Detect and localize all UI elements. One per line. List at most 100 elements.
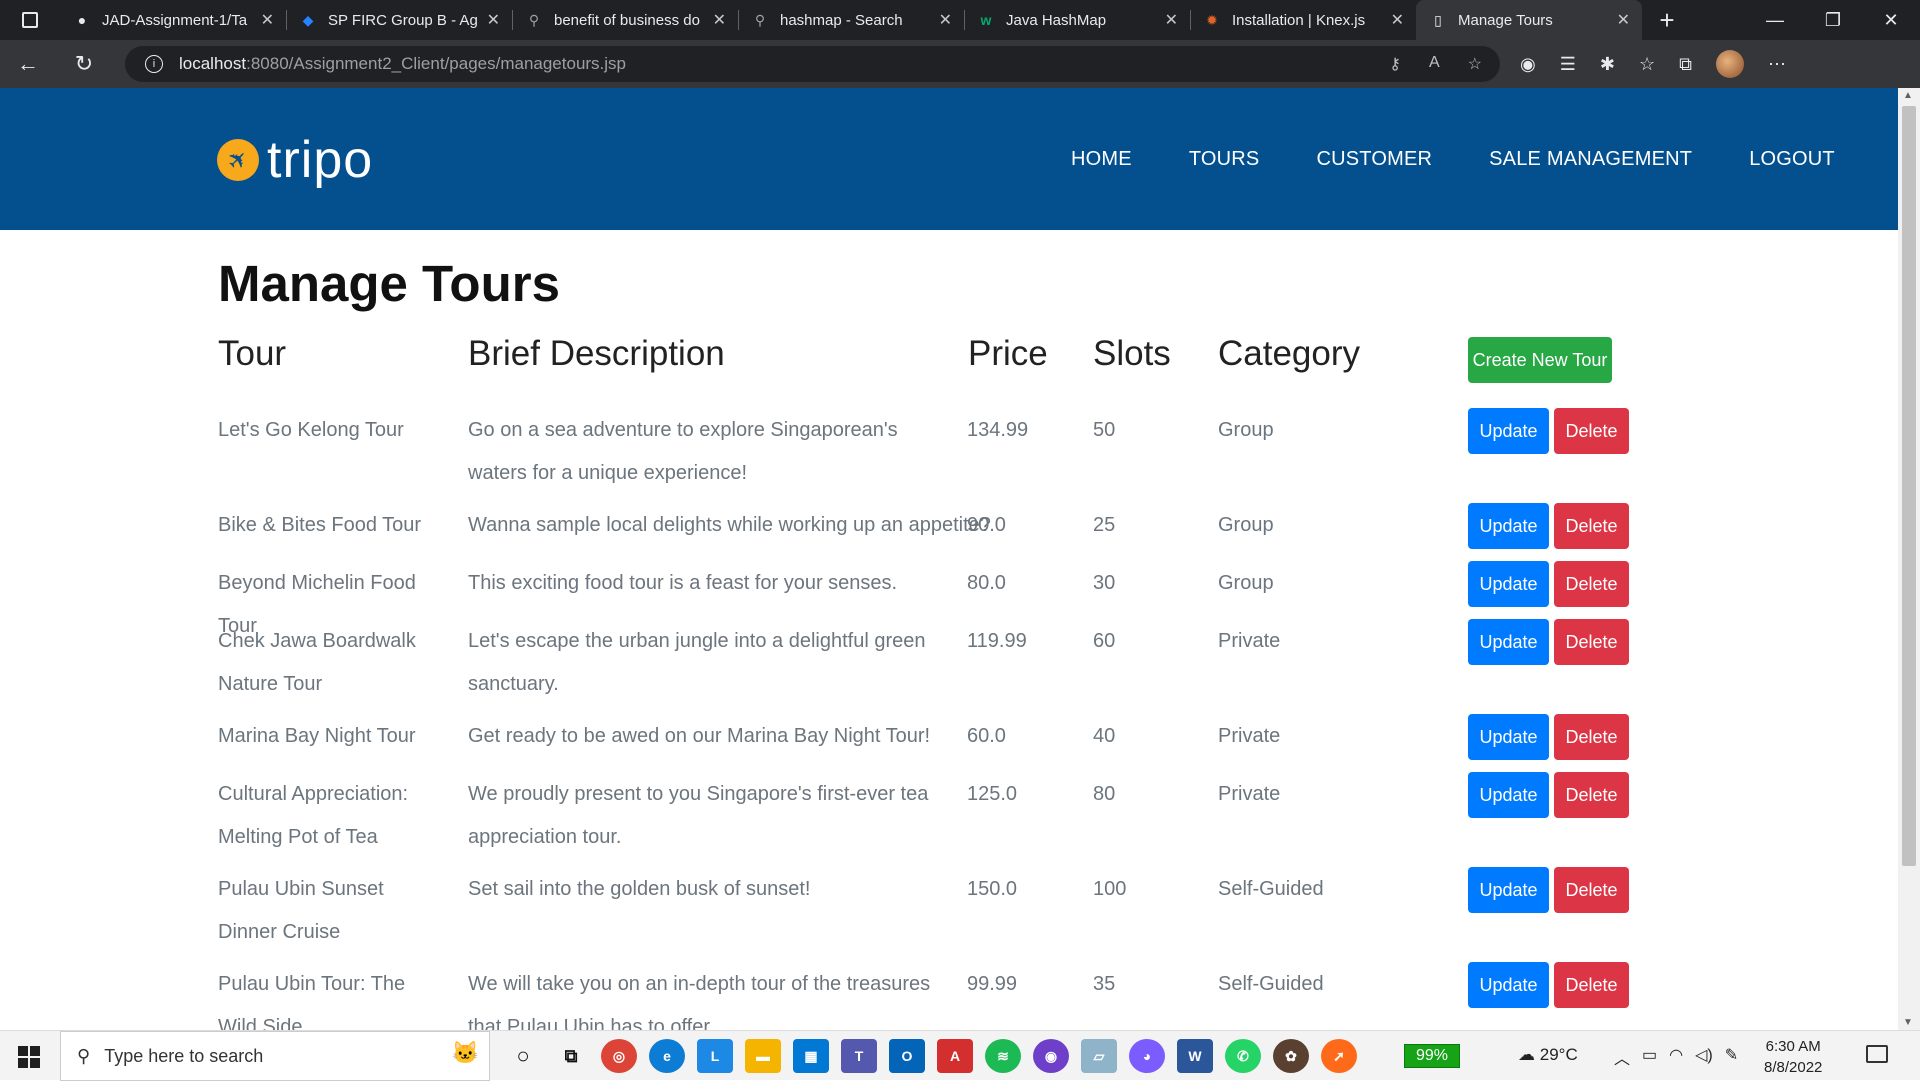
app-avatar-icon[interactable]: ✿ bbox=[1273, 1039, 1309, 1073]
outlook-icon[interactable]: O bbox=[889, 1039, 925, 1073]
database-icon[interactable]: ☰ bbox=[1560, 54, 1576, 75]
close-tab-icon[interactable]: ✕ bbox=[1165, 10, 1178, 30]
browser-tab[interactable]: ● JAD-Assignment-1/Ta ✕ bbox=[60, 0, 286, 40]
close-tab-icon[interactable]: ✕ bbox=[261, 10, 274, 30]
read-aloud-icon[interactable]: A bbox=[1429, 54, 1440, 74]
close-tab-icon[interactable]: ✕ bbox=[487, 10, 500, 30]
browser-tab[interactable]: ◆ SP FIRC Group B - Ag ✕ bbox=[286, 0, 512, 40]
app-l-icon[interactable]: L bbox=[697, 1039, 733, 1073]
wifi-icon[interactable]: ◠ bbox=[1669, 1045, 1683, 1069]
update-button[interactable]: Update bbox=[1468, 561, 1549, 607]
teams-icon[interactable]: T bbox=[841, 1039, 877, 1073]
store-icon[interactable]: ▦ bbox=[793, 1039, 829, 1073]
delete-button[interactable]: Delete bbox=[1554, 619, 1629, 665]
back-icon[interactable]: ← bbox=[0, 40, 56, 88]
tour-slots: 50 bbox=[1093, 419, 1116, 441]
new-tab-button[interactable]: + bbox=[1642, 0, 1692, 40]
delete-button[interactable]: Delete bbox=[1554, 408, 1629, 454]
delete-button[interactable]: Delete bbox=[1554, 772, 1629, 818]
edge-icon[interactable]: e bbox=[649, 1039, 685, 1073]
github-desktop-icon[interactable]: ◉ bbox=[1033, 1039, 1069, 1073]
delete-button[interactable]: Delete bbox=[1554, 962, 1629, 1008]
system-tray: ︿ ▭ ◠ ◁) ✎ bbox=[1614, 1045, 1738, 1069]
scroll-up-icon[interactable]: ▲ bbox=[1903, 90, 1913, 101]
nav-home[interactable]: HOME bbox=[1071, 148, 1132, 171]
profile-avatar[interactable] bbox=[1715, 50, 1744, 78]
delete-button[interactable]: Delete bbox=[1554, 867, 1629, 913]
notifications-icon[interactable] bbox=[1866, 1045, 1888, 1063]
delete-button[interactable]: Delete bbox=[1554, 561, 1629, 607]
postman-icon[interactable]: ➚ bbox=[1321, 1039, 1357, 1073]
update-button[interactable]: Update bbox=[1468, 772, 1549, 818]
more-menu-icon[interactable]: ⋯ bbox=[1768, 54, 1786, 75]
close-tab-icon[interactable]: ✕ bbox=[1617, 10, 1630, 30]
key-icon[interactable]: ⚷ bbox=[1389, 54, 1401, 74]
windows-start-icon[interactable] bbox=[18, 1046, 40, 1068]
refresh-icon[interactable]: ↻ bbox=[56, 40, 112, 88]
volume-icon[interactable]: ◁) bbox=[1695, 1045, 1713, 1069]
taskbar-clock[interactable]: 6:30 AM 8/8/2022 bbox=[1764, 1036, 1822, 1078]
browser-tab-bar: ● JAD-Assignment-1/Ta ✕ ◆ SP FIRC Group … bbox=[0, 0, 1920, 40]
update-button[interactable]: Update bbox=[1468, 714, 1549, 760]
file-explorer-icon[interactable]: ▬ bbox=[745, 1039, 781, 1073]
pen-icon[interactable]: ✎ bbox=[1725, 1045, 1738, 1069]
task-view-icon[interactable]: ⧉ bbox=[553, 1039, 589, 1073]
tour-price: 60.0 bbox=[967, 725, 1006, 747]
battery-indicator[interactable]: 99% bbox=[1404, 1044, 1460, 1068]
nav-tours[interactable]: TOURS bbox=[1189, 148, 1260, 171]
chrome-icon[interactable]: ◎ bbox=[601, 1039, 637, 1073]
nav-customer[interactable]: CUSTOMER bbox=[1316, 148, 1432, 171]
info-icon[interactable]: i bbox=[145, 55, 163, 73]
whatsapp-icon[interactable]: ✆ bbox=[1225, 1039, 1261, 1073]
browser-tab[interactable]: ✹ Installation | Knex.js ✕ bbox=[1190, 0, 1416, 40]
tab-actions-icon[interactable] bbox=[0, 0, 60, 40]
taskbar-search[interactable]: ⚲ Type here to search 🐱 bbox=[60, 1031, 490, 1081]
delete-button[interactable]: Delete bbox=[1554, 714, 1629, 760]
search-placeholder: Type here to search bbox=[104, 1045, 264, 1066]
discord-icon[interactable]: ◕ bbox=[1129, 1039, 1165, 1073]
extension-icon[interactable]: ◉ bbox=[1520, 54, 1536, 75]
browser-tab[interactable]: ⚲ benefit of business do ✕ bbox=[512, 0, 738, 40]
close-tab-icon[interactable]: ✕ bbox=[713, 10, 726, 30]
tour-category: Group bbox=[1218, 572, 1274, 594]
collections-icon[interactable]: ⧉ bbox=[1679, 54, 1692, 75]
browser-tab[interactable]: w Java HashMap ✕ bbox=[964, 0, 1190, 40]
scroll-down-icon[interactable]: ▼ bbox=[1903, 1017, 1913, 1028]
knex-icon: ✹ bbox=[1206, 11, 1218, 28]
browser-tab-active[interactable]: ▯ Manage Tours ✕ bbox=[1416, 0, 1642, 40]
update-button[interactable]: Update bbox=[1468, 408, 1549, 454]
page-scrollbar[interactable]: ▲ ▼ bbox=[1898, 88, 1920, 1030]
create-new-tour-button[interactable]: Create New Tour bbox=[1468, 337, 1612, 383]
close-tab-icon[interactable]: ✕ bbox=[1391, 10, 1404, 30]
minimize-icon[interactable]: — bbox=[1746, 0, 1804, 40]
update-button[interactable]: Update bbox=[1468, 503, 1549, 549]
browser-tab[interactable]: ⚲ hashmap - Search ✕ bbox=[738, 0, 964, 40]
add-favorite-icon[interactable]: ☆ bbox=[1468, 54, 1482, 74]
update-button[interactable]: Update bbox=[1468, 867, 1549, 913]
close-tab-icon[interactable]: ✕ bbox=[939, 10, 952, 30]
nav-logout[interactable]: LOGOUT bbox=[1749, 148, 1835, 171]
close-window-icon[interactable]: ✕ bbox=[1862, 0, 1920, 40]
delete-button[interactable]: Delete bbox=[1554, 503, 1629, 549]
favorites-icon[interactable]: ☆ bbox=[1639, 54, 1655, 75]
site-logo[interactable]: ✈ tripo bbox=[208, 130, 373, 190]
weather-widget[interactable]: ☁ 29°C bbox=[1518, 1045, 1578, 1065]
address-bar[interactable]: i localhost:8080/Assignment2_Client/page… bbox=[125, 46, 1500, 82]
update-button[interactable]: Update bbox=[1468, 962, 1549, 1008]
spotify-icon[interactable]: ≋ bbox=[985, 1039, 1021, 1073]
github-icon: ● bbox=[77, 12, 87, 28]
tour-price: 150.0 bbox=[967, 878, 1018, 900]
acrobat-icon[interactable]: A bbox=[937, 1039, 973, 1073]
tour-price: 119.99 bbox=[967, 630, 1027, 652]
scrollbar-thumb[interactable] bbox=[1902, 106, 1916, 866]
battery-icon[interactable]: ▭ bbox=[1642, 1045, 1657, 1069]
app-icon[interactable]: ▱ bbox=[1081, 1039, 1117, 1073]
extensions-icon[interactable]: ✱ bbox=[1600, 54, 1615, 75]
tour-description: Get ready to be awed on our Marina Bay N… bbox=[468, 725, 931, 747]
update-button[interactable]: Update bbox=[1468, 619, 1549, 665]
nav-sale-management[interactable]: SALE MANAGEMENT bbox=[1489, 148, 1692, 171]
cortana-icon[interactable]: ○ bbox=[505, 1039, 541, 1073]
restore-icon[interactable]: ❐ bbox=[1804, 0, 1862, 40]
word-icon[interactable]: W bbox=[1177, 1039, 1213, 1073]
chevron-up-icon[interactable]: ︿ bbox=[1614, 1045, 1630, 1069]
